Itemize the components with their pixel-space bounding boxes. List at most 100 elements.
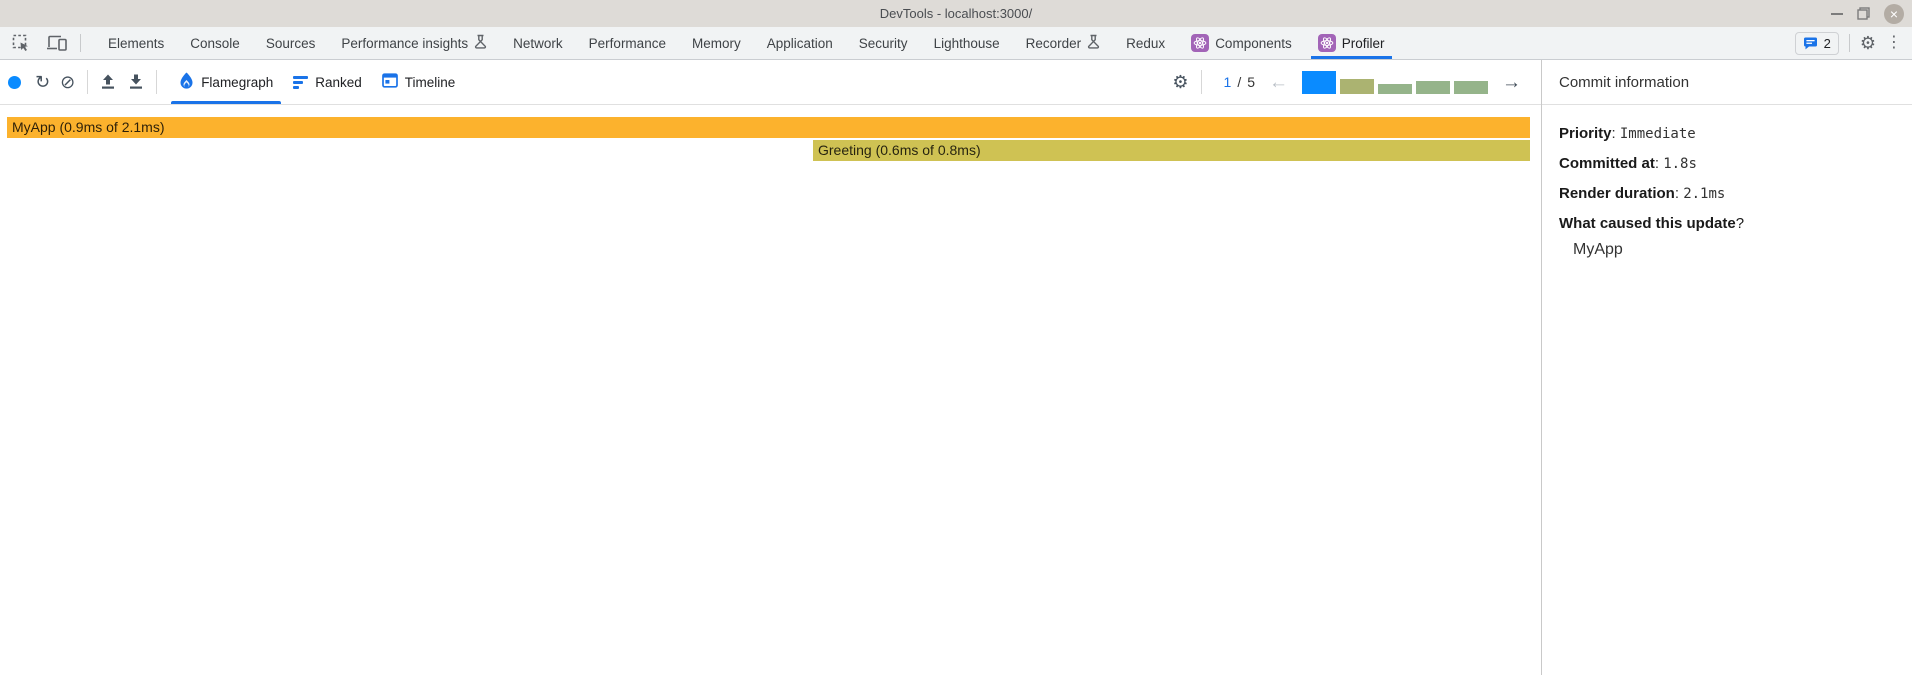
tab-label: Network (513, 36, 563, 51)
profiler-toolbar: ↻ ⊘ (0, 60, 1541, 105)
previous-commit-arrow-icon[interactable]: ← (1265, 73, 1292, 92)
window-controls: × (1831, 0, 1904, 27)
view-tab-label: Timeline (405, 75, 456, 90)
commit-info-row: Priority: Immediate (1559, 125, 1895, 142)
record-button[interactable] (8, 76, 21, 89)
commit-bar[interactable] (1378, 84, 1412, 94)
commit-info-row: Render duration: 2.1ms (1559, 185, 1895, 202)
profiler-pane: ↻ ⊘ (0, 60, 1542, 675)
update-cause-heading: What caused this update? (1559, 215, 1895, 232)
download-profile-icon[interactable] (128, 74, 144, 90)
close-icon[interactable]: × (1884, 4, 1904, 24)
main-content: ↻ ⊘ (0, 60, 1912, 675)
tab-label: Sources (266, 36, 316, 51)
kebab-menu-icon[interactable]: ⋮ (1886, 35, 1902, 51)
minimize-icon[interactable] (1831, 13, 1843, 15)
commit-bar[interactable] (1454, 81, 1488, 94)
toolbar-divider (156, 70, 157, 94)
devtools-tabbar: Elements Console (0, 27, 1912, 60)
commit-info-row: Committed at: 1.8s (1559, 155, 1895, 172)
timeline-calendar-icon (382, 73, 398, 91)
flamegraph-bar-label: Greeting (0.6ms of 0.8ms) (818, 142, 981, 158)
devtools-tab[interactable]: Elements (95, 27, 177, 59)
flamegraph: MyApp (0.9ms of 2.1ms) Greeting (0.6ms o… (0, 105, 1541, 675)
flamegraph-bar[interactable]: MyApp (0.9ms of 2.1ms) (7, 117, 1530, 138)
devtools-tab[interactable]: Network (500, 27, 576, 59)
info-label: Committed at (1559, 155, 1655, 172)
devtools-tab[interactable]: Redux (1113, 27, 1178, 59)
toolbar-divider (87, 70, 88, 94)
flame-icon (179, 72, 194, 92)
tab-label: Elements (108, 36, 164, 51)
info-value: Immediate (1620, 126, 1696, 142)
tab-label: Application (767, 36, 833, 51)
restore-icon[interactable] (1857, 7, 1870, 20)
devtools-tab[interactable]: Profiler (1305, 27, 1398, 59)
devtools-tab[interactable]: Components (1178, 27, 1305, 59)
commit-bars (1302, 71, 1488, 94)
tabbar-right-tools: 2 ⚙ ⋮ (1795, 27, 1912, 59)
devtools-tab[interactable]: Recorder (1013, 27, 1114, 59)
window-titlebar: DevTools - localhost:3000/ × (0, 0, 1912, 27)
window-title: DevTools - localhost:3000/ (0, 6, 1912, 21)
devtools-tabs: Elements Console (95, 27, 1398, 59)
commit-info-body: Priority: Immediate Committed at: 1.8s Ren… (1542, 105, 1912, 259)
devtools-tab[interactable]: Lighthouse (921, 27, 1013, 59)
devtools-tab[interactable]: Application (754, 27, 846, 59)
tab-label: Console (190, 36, 240, 51)
devtools-tab[interactable]: Security (846, 27, 921, 59)
tab-label: Security (859, 36, 908, 51)
react-icon (1191, 34, 1209, 52)
cause-suffix: ? (1736, 215, 1744, 232)
device-toolbar-icon[interactable] (44, 31, 70, 55)
tab-label: Recorder (1026, 36, 1082, 51)
commit-counter: 1 / 5 (1224, 74, 1255, 90)
view-tab-label: Flamegraph (201, 75, 273, 90)
reload-profile-icon[interactable]: ↻ (35, 73, 50, 91)
info-value: 2.1ms (1683, 186, 1725, 202)
tab-label: Components (1215, 36, 1292, 51)
tab-label: Performance insights (341, 36, 468, 51)
commit-info-title: Commit information (1542, 60, 1912, 105)
profiler-view-tab[interactable]: Timeline (372, 60, 466, 104)
ranked-bars-icon (293, 76, 308, 89)
devtools-tab[interactable]: Performance (576, 27, 679, 59)
profiler-view-tab[interactable]: Ranked (283, 60, 372, 104)
info-label: Render duration (1559, 185, 1675, 202)
devtools-tab[interactable]: Sources (253, 27, 329, 59)
devtools-tab[interactable]: Memory (679, 27, 754, 59)
clear-profile-icon[interactable]: ⊘ (60, 73, 75, 91)
upload-profile-icon[interactable] (100, 74, 116, 90)
commit-bar[interactable] (1416, 81, 1450, 94)
commit-bar[interactable] (1340, 79, 1374, 94)
commit-info-rows: Priority: Immediate Committed at: 1.8s Ren… (1559, 125, 1895, 202)
toolbar-divider (80, 34, 81, 52)
flask-icon (1087, 34, 1100, 52)
commit-navigation: 1 / 5 ← → (1214, 71, 1525, 94)
tab-label: Lighthouse (934, 36, 1000, 51)
commit-bar[interactable] (1302, 71, 1336, 94)
profiler-view-tab[interactable]: Flamegraph (169, 60, 283, 104)
devtools-tab[interactable]: Performance insights (328, 27, 500, 59)
view-tab-label: Ranked (315, 75, 362, 90)
profiler-settings-gear-icon[interactable]: ⚙ (1172, 73, 1188, 91)
info-value: 1.8s (1663, 156, 1697, 172)
settings-gear-icon[interactable]: ⚙ (1860, 34, 1876, 52)
update-cause-component[interactable]: MyApp (1573, 241, 1895, 259)
commit-total: 5 (1247, 74, 1255, 90)
devtools-tab[interactable]: Console (177, 27, 253, 59)
inspect-element-icon[interactable] (8, 31, 34, 55)
cause-label: What caused this update (1559, 215, 1736, 232)
issues-badge[interactable]: 2 (1795, 32, 1839, 55)
issues-count: 2 (1824, 36, 1831, 51)
profiler-view-tabs: Flamegraph (169, 60, 465, 104)
commit-separator: / (1237, 74, 1241, 90)
flamegraph-bar[interactable]: Greeting (0.6ms of 0.8ms) (813, 140, 1530, 161)
commit-info-panel: Commit information Priority: Immediate Co… (1542, 60, 1912, 675)
tabbar-left-tools (0, 27, 87, 59)
tab-label: Profiler (1342, 36, 1385, 51)
flask-icon (474, 34, 487, 52)
next-commit-arrow-icon[interactable]: → (1498, 73, 1525, 92)
tab-label: Performance (589, 36, 666, 51)
message-bubble-icon (1803, 37, 1818, 50)
